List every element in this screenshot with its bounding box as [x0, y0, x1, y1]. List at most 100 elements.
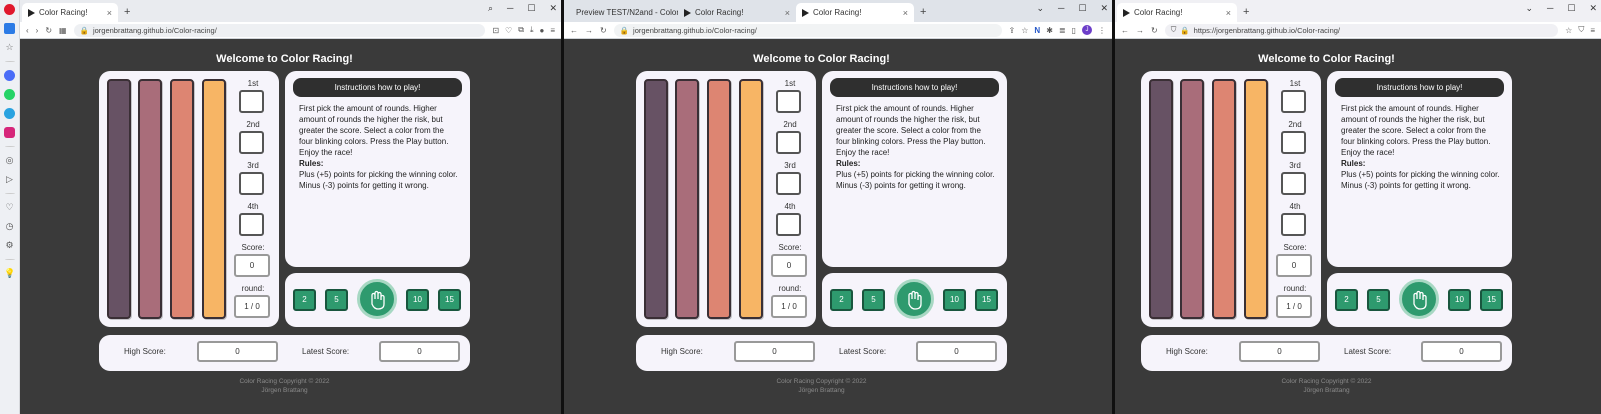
instructions-button[interactable]: Instructions how to play! — [293, 78, 462, 97]
download-icon[interactable]: ⤓ — [530, 25, 534, 35]
maximize-icon[interactable]: ☐ — [1567, 3, 1575, 14]
place-box-1st — [776, 90, 801, 113]
back-icon[interactable]: ← — [1121, 26, 1129, 35]
bookmark-star-icon[interactable]: ☆ — [1565, 26, 1572, 35]
side-panel-icon[interactable]: ▯ — [1072, 26, 1076, 35]
star-icon[interactable]: ☆ — [4, 42, 15, 53]
instructions-button[interactable]: Instructions how to play! — [1335, 78, 1504, 97]
reload-icon[interactable]: ↻ — [1151, 26, 1158, 35]
lane-color-1[interactable] — [644, 79, 668, 319]
lane-color-4[interactable] — [202, 79, 226, 319]
address-bar[interactable]: ⛉ 🔒 https://jorgenbrattang.github.io/Col… — [1164, 23, 1559, 37]
score-value: 0 — [1276, 254, 1312, 277]
search-icon[interactable]: ⌕ — [488, 3, 493, 14]
lane-color-4[interactable] — [739, 79, 763, 319]
round-5-button[interactable]: 5 — [325, 289, 348, 311]
minimize-icon[interactable]: ─ — [1547, 3, 1553, 14]
menu-icon[interactable]: ≡ — [1590, 26, 1595, 35]
round-15-button[interactable]: 15 — [1480, 289, 1503, 311]
forward-icon[interactable]: → — [1136, 26, 1144, 35]
lane-color-2[interactable] — [138, 79, 162, 319]
reading-list-icon[interactable]: ≣ — [1059, 26, 1066, 35]
extensions-icon[interactable]: ✱ — [1046, 26, 1053, 35]
close-window-icon[interactable]: ✕ — [1589, 3, 1597, 14]
forward-icon[interactable]: › — [36, 26, 39, 35]
tab[interactable]: Color Racing! × — [1117, 3, 1237, 22]
lane-color-1[interactable] — [107, 79, 131, 319]
messenger-icon[interactable] — [4, 70, 15, 81]
close-icon[interactable]: × — [107, 8, 112, 18]
menu-icon[interactable]: ≡ — [550, 26, 555, 35]
maximize-icon[interactable]: ☐ — [1078, 3, 1086, 14]
round-5-button[interactable]: 5 — [1367, 289, 1390, 311]
new-tab-icon[interactable]: + — [1237, 3, 1255, 22]
round-15-button[interactable]: 15 — [438, 289, 461, 311]
home-icon[interactable] — [4, 23, 15, 34]
play-button[interactable] — [1399, 279, 1439, 319]
maximize-icon[interactable]: ☐ — [527, 3, 535, 14]
address-bar[interactable]: 🔒 jorgenbrattang.github.io/Color-racing/ — [613, 23, 1002, 37]
close-window-icon[interactable]: ✕ — [549, 3, 557, 14]
opera-logo-icon[interactable] — [4, 4, 15, 15]
share-icon[interactable]: ⇪ — [1009, 26, 1016, 35]
reload-icon[interactable]: ↻ — [45, 26, 52, 35]
avatar[interactable]: J — [1082, 25, 1092, 35]
round-2-button[interactable]: 2 — [293, 289, 316, 311]
extensions-icon[interactable]: ⧉ — [518, 25, 524, 35]
round-10-button[interactable]: 10 — [1448, 289, 1471, 311]
tab[interactable]: Preview TEST/N2and - Color racin × — [566, 3, 678, 22]
history-icon[interactable]: ◷ — [4, 221, 15, 232]
address-bar[interactable]: 🔒 jorgenbrattang.github.io/Color-racing/ — [73, 23, 486, 37]
lane-color-1[interactable] — [1149, 79, 1173, 319]
bookmark-star-icon[interactable]: ☆ — [1021, 26, 1028, 35]
play-button[interactable] — [894, 279, 934, 319]
round-15-button[interactable]: 15 — [975, 289, 998, 311]
close-icon[interactable]: × — [785, 8, 790, 18]
lane-color-3[interactable] — [707, 79, 731, 319]
telegram-icon[interactable] — [4, 108, 15, 119]
close-icon[interactable]: × — [1226, 8, 1231, 18]
profile-icon[interactable]: ● — [539, 26, 544, 35]
back-icon[interactable]: ‹ — [26, 26, 29, 35]
whatsapp-icon[interactable] — [4, 89, 15, 100]
settings-icon[interactable]: ⚙ — [4, 240, 15, 251]
play-button[interactable] — [357, 279, 397, 319]
send-icon[interactable]: ▷ — [4, 174, 15, 185]
extension-n-icon[interactable]: N — [1034, 26, 1040, 35]
snapshot-icon[interactable]: ⊡ — [492, 26, 499, 35]
lane-color-2[interactable] — [1180, 79, 1204, 319]
player-icon[interactable]: ◎ — [4, 155, 15, 166]
tab[interactable]: Color Racing! × — [22, 3, 118, 22]
menu-icon[interactable]: ⋮ — [1098, 26, 1106, 35]
round-10-button[interactable]: 10 — [406, 289, 429, 311]
tips-icon[interactable]: 💡 — [4, 268, 15, 279]
lane-color-3[interactable] — [170, 79, 194, 319]
reload-icon[interactable]: ↻ — [600, 26, 607, 35]
new-tab-icon[interactable]: + — [118, 3, 136, 22]
heart-icon[interactable]: ♡ — [505, 26, 512, 35]
tabs-grid-icon[interactable]: ▦ — [59, 26, 67, 35]
instagram-icon[interactable] — [4, 127, 15, 138]
back-icon[interactable]: ← — [570, 26, 578, 35]
tab[interactable]: Color Racing! × — [678, 3, 796, 22]
race-track-panel: 1st 2nd 3rd 4th Score: 0 round: 1 / 0 — [99, 71, 279, 327]
forward-icon[interactable]: → — [585, 26, 593, 35]
round-2-button[interactable]: 2 — [830, 289, 853, 311]
minimize-icon[interactable]: ─ — [507, 3, 513, 14]
close-icon[interactable]: × — [903, 8, 908, 18]
round-5-button[interactable]: 5 — [862, 289, 885, 311]
pocket-icon[interactable]: ⛉ — [1578, 25, 1584, 35]
close-window-icon[interactable]: ✕ — [1100, 3, 1108, 14]
instructions-button[interactable]: Instructions how to play! — [830, 78, 999, 97]
list-tabs-icon[interactable]: ⌄ — [1525, 3, 1533, 14]
tab[interactable]: Color Racing! × — [796, 3, 914, 22]
tab-search-icon[interactable]: ⌄ — [1036, 3, 1044, 14]
new-tab-icon[interactable]: + — [914, 3, 932, 22]
lane-color-4[interactable] — [1244, 79, 1268, 319]
lane-color-3[interactable] — [1212, 79, 1236, 319]
lane-color-2[interactable] — [675, 79, 699, 319]
round-2-button[interactable]: 2 — [1335, 289, 1358, 311]
round-10-button[interactable]: 10 — [943, 289, 966, 311]
heart-icon[interactable]: ♡ — [4, 202, 15, 213]
minimize-icon[interactable]: ─ — [1058, 3, 1064, 14]
